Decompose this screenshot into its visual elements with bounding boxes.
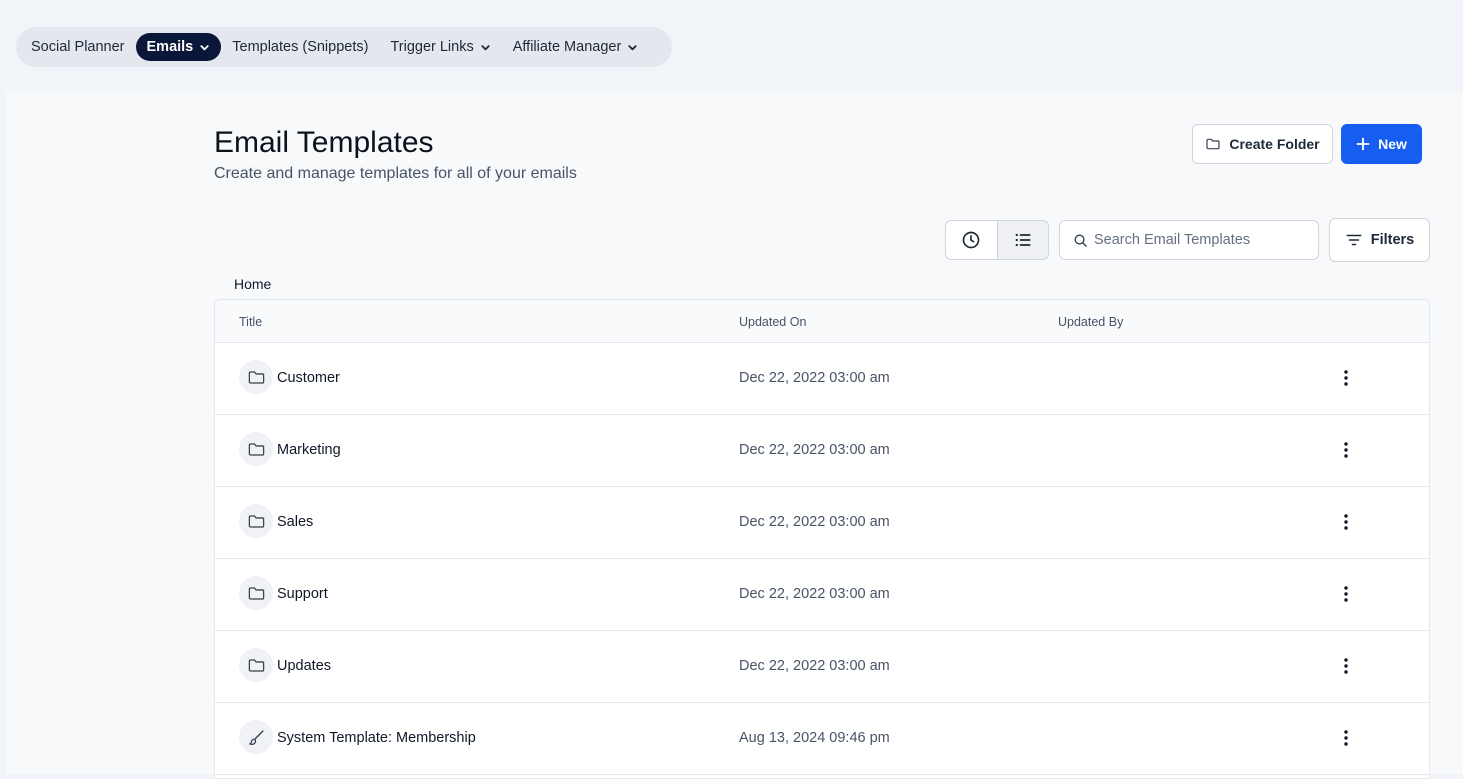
create-folder-button[interactable]: Create Folder — [1192, 124, 1333, 164]
folder-icon — [239, 504, 273, 538]
row-title[interactable]: System Template: Membership — [277, 730, 476, 746]
row-title[interactable]: Updates — [277, 658, 331, 674]
nav-item-templates-snippets[interactable]: Templates (Snippets) — [221, 33, 379, 61]
new-label: New — [1378, 136, 1407, 152]
chevron-down-icon — [200, 44, 209, 50]
table-row[interactable]: Support Dec 22, 2022 03:00 am — [215, 559, 1429, 631]
list-view-button[interactable] — [996, 221, 1048, 259]
row-updated-on: Aug 13, 2024 09:46 pm — [739, 730, 890, 746]
new-button[interactable]: New — [1341, 124, 1422, 164]
more-options-icon[interactable] — [1335, 367, 1357, 389]
clock-icon — [962, 231, 980, 249]
filter-lines-icon — [1346, 234, 1362, 246]
page-title: Email Templates — [214, 126, 434, 159]
row-title[interactable]: Sales — [277, 514, 313, 530]
more-options-icon[interactable] — [1335, 511, 1357, 533]
filters-button[interactable]: Filters — [1329, 218, 1430, 262]
table-header: Title Updated On Updated By — [215, 300, 1429, 343]
list-icon — [1015, 233, 1031, 247]
brush-icon — [239, 720, 273, 754]
main-panel: Email Templates Create and manage templa… — [6, 92, 1463, 779]
create-folder-label: Create Folder — [1229, 136, 1320, 152]
column-header-updated-on[interactable]: Updated On — [739, 315, 806, 329]
nav-item-label: Affiliate Manager — [512, 39, 622, 55]
more-options-icon[interactable] — [1335, 655, 1357, 677]
search-box — [1059, 220, 1319, 260]
folder-icon — [239, 576, 273, 610]
column-header-title[interactable]: Title — [239, 315, 262, 329]
search-icon — [1074, 234, 1087, 247]
row-updated-on: Dec 22, 2022 03:00 am — [739, 586, 890, 602]
nav-item-social-planner[interactable]: Social Planner — [20, 33, 136, 61]
row-title[interactable]: Marketing — [277, 442, 341, 458]
nav-item-emails[interactable]: Emails — [135, 33, 222, 61]
more-options-icon[interactable] — [1335, 727, 1357, 749]
nav-item-trigger-links[interactable]: Trigger Links — [379, 33, 501, 61]
table-row[interactable]: Updates Dec 22, 2022 03:00 am — [215, 631, 1429, 703]
table-row[interactable]: System Template: Membership Aug 13, 2024… — [215, 703, 1429, 775]
more-options-icon[interactable] — [1335, 439, 1357, 461]
folder-icon — [239, 360, 273, 394]
nav-item-label: Emails — [146, 39, 194, 55]
nav-item-affiliate-manager[interactable]: Affiliate Manager — [502, 33, 650, 61]
view-toggle — [945, 220, 1049, 260]
plus-icon — [1356, 137, 1370, 151]
templates-table: Title Updated On Updated By Customer Dec… — [214, 299, 1430, 779]
more-options-icon[interactable] — [1335, 583, 1357, 605]
folder-icon — [1206, 138, 1220, 150]
folder-icon — [239, 648, 273, 682]
page-subtitle: Create and manage templates for all of y… — [214, 165, 577, 182]
row-updated-on: Dec 22, 2022 03:00 am — [739, 658, 890, 674]
breadcrumb[interactable]: Home — [234, 276, 271, 292]
row-updated-on: Dec 22, 2022 03:00 am — [739, 514, 890, 530]
chevron-down-icon — [628, 44, 637, 50]
table-row[interactable]: Sales Dec 22, 2022 03:00 am — [215, 487, 1429, 559]
row-updated-on: Dec 22, 2022 03:00 am — [739, 370, 890, 386]
top-nav: Social Planner Emails Templates (Snippet… — [16, 27, 672, 67]
row-title[interactable]: Support — [277, 586, 328, 602]
row-updated-on: Dec 22, 2022 03:00 am — [739, 442, 890, 458]
filters-label: Filters — [1370, 232, 1415, 248]
chevron-down-icon — [481, 44, 490, 50]
table-row[interactable]: Customer Dec 22, 2022 03:00 am — [215, 343, 1429, 415]
recent-view-button[interactable] — [946, 221, 997, 259]
nav-item-label: Templates (Snippets) — [232, 39, 369, 55]
table-row[interactable]: Marketing Dec 22, 2022 03:00 am — [215, 415, 1429, 487]
column-header-updated-by[interactable]: Updated By — [1058, 315, 1123, 329]
nav-item-label: Social Planner — [31, 39, 125, 55]
nav-item-label: Trigger Links — [390, 39, 474, 55]
folder-icon — [239, 432, 273, 466]
search-input[interactable] — [1094, 232, 1304, 248]
row-title[interactable]: Customer — [277, 370, 340, 386]
